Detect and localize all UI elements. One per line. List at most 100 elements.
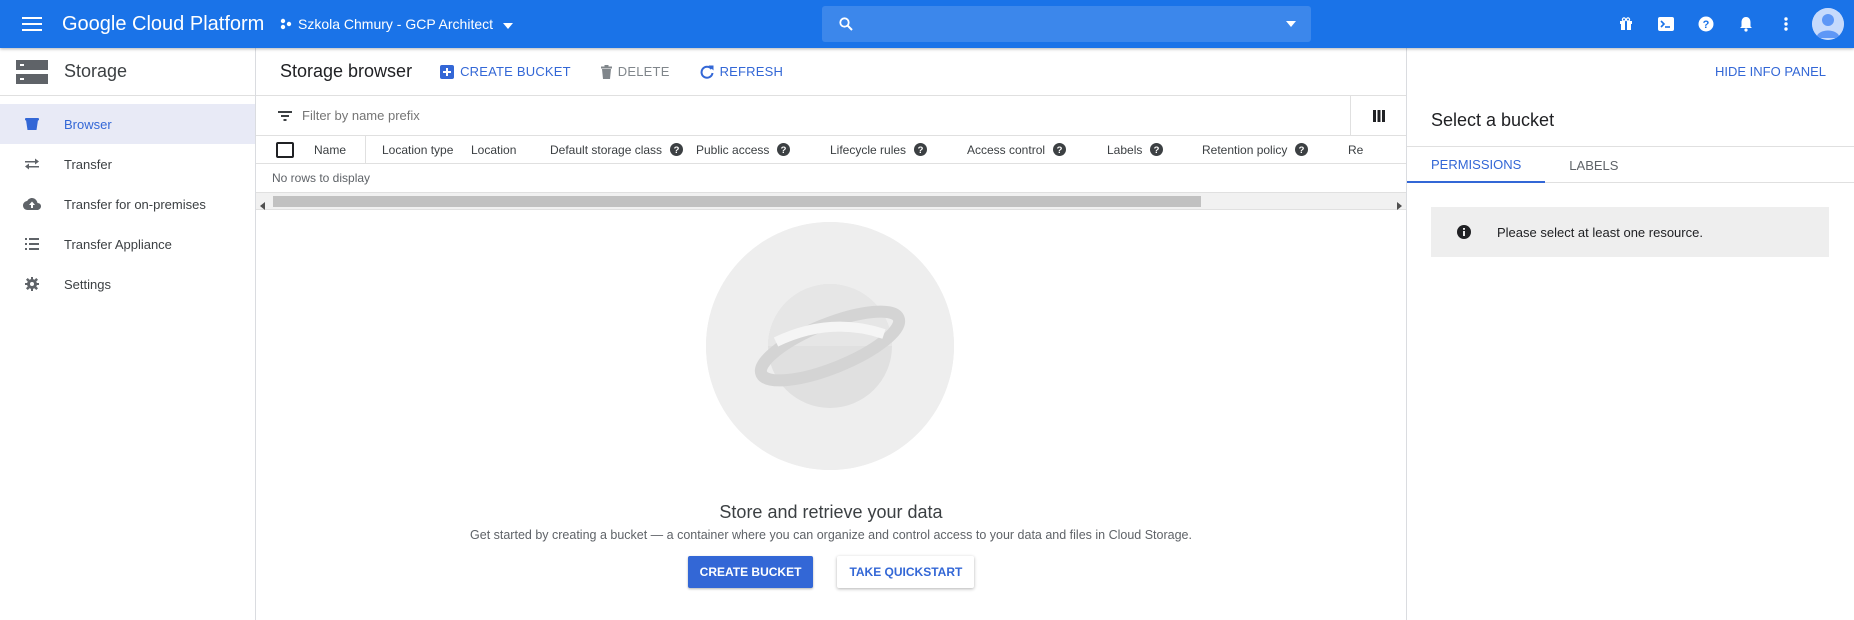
column-header-public-access[interactable]: Public access ? <box>696 143 830 157</box>
project-selector[interactable]: Szkola Chmury - GCP Architect <box>274 6 519 42</box>
svg-text:?: ? <box>674 145 680 156</box>
add-box-icon <box>440 64 455 79</box>
scroll-right-icon[interactable] <box>1397 197 1402 215</box>
column-label: Location <box>471 142 517 157</box>
storage-browser-main: Storage browser CREATE BUCKET DELETE REF… <box>256 48 1406 620</box>
column-label: Name <box>314 142 347 157</box>
select-all-checkbox[interactable] <box>276 141 294 158</box>
tab-permissions[interactable]: PERMISSIONS <box>1407 147 1546 183</box>
product-title: Storage <box>64 61 128 81</box>
search-input[interactable] <box>870 16 1271 32</box>
column-header-lifecycle-rules[interactable]: Lifecycle rules ? <box>830 143 967 157</box>
gift-icon[interactable] <box>1606 0 1646 48</box>
sidebar-item-label: Browser <box>64 116 112 132</box>
help-icon[interactable]: ? <box>914 143 928 156</box>
column-label: Lifecycle rules <box>830 142 907 157</box>
cloud-shell-icon[interactable] <box>1646 0 1686 48</box>
help-icon[interactable]: ? <box>1686 0 1726 48</box>
take-quickstart-button[interactable]: TAKE QUICKSTART <box>837 556 975 588</box>
column-display-icon[interactable] <box>1350 96 1406 136</box>
column-header-retention-policy[interactable]: Retention policy ? <box>1202 143 1348 157</box>
info-panel-title: Select a bucket <box>1431 110 1555 130</box>
storage-icon <box>0 59 64 84</box>
top-app-bar: Google Cloud Platform Szkola Chmury - GC… <box>0 0 1854 48</box>
refresh-icon <box>700 65 714 79</box>
sidebar-item-label: Transfer <box>64 156 112 172</box>
sidebar-item-label: Transfer for on-premises <box>64 196 206 212</box>
svg-text:?: ? <box>781 145 787 156</box>
project-dots-icon <box>280 18 292 30</box>
svg-text:?: ? <box>1057 145 1063 156</box>
scrollbar-thumb[interactable] <box>273 196 1201 207</box>
search-dropdown-icon[interactable] <box>1271 21 1311 27</box>
trash-icon <box>600 64 612 79</box>
svg-text:?: ? <box>918 145 924 156</box>
column-header-location-type[interactable]: Location type <box>382 143 471 157</box>
delete-label: DELETE <box>617 64 670 79</box>
column-header-truncated[interactable]: Re <box>1348 143 1363 157</box>
tab-labels[interactable]: LABELS <box>1545 147 1642 183</box>
info-panel: HIDE INFO PANEL Select a bucket PERMISSI… <box>1406 48 1854 620</box>
column-header-default-storage-class[interactable]: Default storage class ? <box>550 143 696 157</box>
list-icon <box>0 238 64 250</box>
transfer-arrows-icon <box>0 158 64 170</box>
column-header-location[interactable]: Location <box>471 143 550 157</box>
horizontal-scrollbar[interactable] <box>256 193 1406 210</box>
planet-illustration <box>706 222 954 470</box>
search-bar[interactable] <box>822 6 1311 42</box>
info-message: Please select at least one resource. <box>1431 207 1829 257</box>
left-navigation: Storage Browser Transfer Transfer for on… <box>0 48 256 620</box>
help-icon[interactable]: ? <box>1053 143 1067 156</box>
sidebar-item-settings[interactable]: Settings <box>0 264 255 304</box>
notifications-icon[interactable] <box>1726 0 1766 48</box>
product-header: Storage <box>0 48 255 96</box>
account-avatar[interactable] <box>1812 8 1844 40</box>
column-header-labels[interactable]: Labels ? <box>1107 143 1202 157</box>
sidebar-item-label: Transfer Appliance <box>64 236 172 252</box>
no-rows-message: No rows to display <box>256 164 1406 193</box>
empty-state-title: Store and retrieve your data <box>719 502 943 522</box>
sidebar-item-label: Settings <box>64 276 111 292</box>
create-bucket-label: CREATE BUCKET <box>460 64 571 79</box>
scroll-left-icon[interactable] <box>260 197 265 215</box>
column-label: Re <box>1348 142 1364 157</box>
column-label: Location type <box>382 142 454 157</box>
refresh-label: REFRESH <box>719 64 784 79</box>
svg-text:?: ? <box>1154 145 1160 156</box>
page-title: Storage browser <box>280 61 413 81</box>
help-icon[interactable]: ? <box>1150 143 1164 156</box>
cloud-upload-icon <box>0 198 64 210</box>
delete-button[interactable]: DELETE <box>600 64 670 79</box>
sidebar-item-transfer-on-premises[interactable]: Transfer for on-premises <box>0 184 255 224</box>
filter-bar <box>256 96 1406 136</box>
filter-input[interactable] <box>302 108 1406 123</box>
column-label: Access control <box>967 142 1046 157</box>
project-name: Szkola Chmury - GCP Architect <box>298 16 494 32</box>
column-label: Default storage class <box>550 142 663 157</box>
gear-icon <box>0 277 64 291</box>
table-header-row: Name Location type Location Default stor… <box>256 136 1406 164</box>
column-label: Labels <box>1107 142 1143 157</box>
help-icon[interactable]: ? <box>670 143 684 156</box>
sidebar-item-browser[interactable]: Browser <box>0 104 255 144</box>
empty-state-description: Get started by creating a bucket — a con… <box>470 528 1192 542</box>
brand-title[interactable]: Google Cloud Platform <box>62 13 272 36</box>
column-header-access-control[interactable]: Access control ? <box>967 143 1107 157</box>
svg-text:?: ? <box>1703 19 1710 31</box>
help-icon[interactable]: ? <box>1295 143 1309 156</box>
sidebar-item-transfer-appliance[interactable]: Transfer Appliance <box>0 224 255 264</box>
menu-icon[interactable] <box>0 0 64 48</box>
more-vert-icon[interactable] <box>1766 0 1806 48</box>
help-icon[interactable]: ? <box>777 143 791 156</box>
svg-text:?: ? <box>1299 145 1305 156</box>
info-icon <box>1431 225 1497 239</box>
info-panel-tabs: PERMISSIONS LABELS <box>1407 146 1854 183</box>
chevron-down-icon <box>503 16 514 32</box>
hide-info-panel-button[interactable]: HIDE INFO PANEL <box>1715 64 1826 79</box>
bucket-icon <box>0 117 64 131</box>
refresh-button[interactable]: REFRESH <box>700 64 784 79</box>
column-header-name[interactable]: Name <box>314 136 366 163</box>
sidebar-item-transfer[interactable]: Transfer <box>0 144 255 184</box>
create-bucket-cta-button[interactable]: CREATE BUCKET <box>687 556 814 588</box>
create-bucket-button[interactable]: CREATE BUCKET <box>440 64 571 79</box>
